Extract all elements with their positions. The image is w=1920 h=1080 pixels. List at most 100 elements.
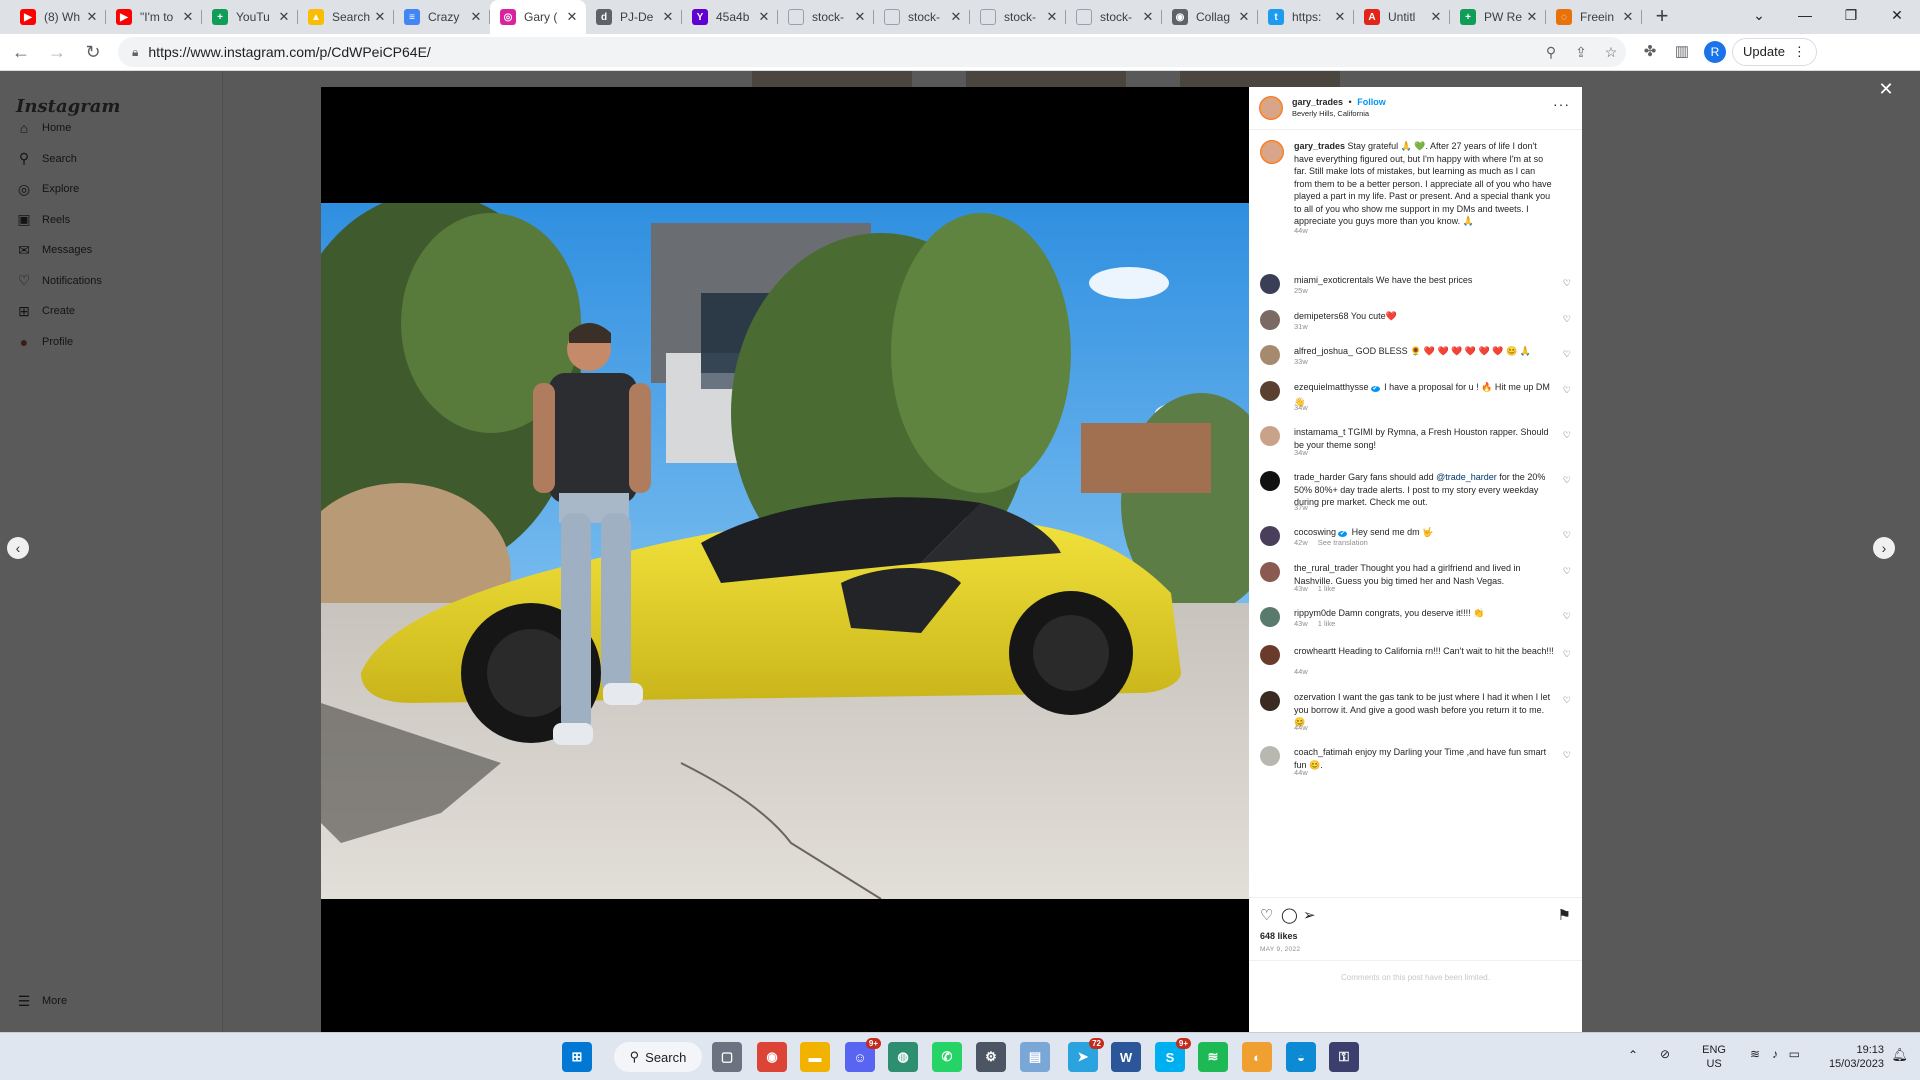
commenter-username[interactable]: ozervation — [1294, 692, 1336, 702]
commenter-username[interactable]: demipeters68 — [1294, 311, 1349, 321]
browser-tab[interactable]: ▶ (8) Wh ✕ — [10, 0, 106, 34]
telegram-icon[interactable]: ➤ 72 — [1068, 1038, 1104, 1072]
commenter-username[interactable]: ezequielmatthysse — [1294, 382, 1369, 392]
nav-item-notifications[interactable]: ♡ Notifications — [16, 269, 102, 293]
maximize-button[interactable]: ❐ — [1828, 0, 1874, 30]
new-tab-button[interactable]: + — [1648, 3, 1676, 31]
commenter-avatar[interactable] — [1260, 381, 1280, 401]
url-text[interactable]: https://www.instagram.com/p/CdWPeiCP64E/ — [148, 44, 1536, 60]
address-bar[interactable]: 🔒︎ https://www.instagram.com/p/CdWPeiCP6… — [118, 37, 1626, 67]
commenter-username[interactable]: trade_harder — [1294, 472, 1346, 482]
browser-tab[interactable]: ≡ Crazy ✕ — [394, 0, 490, 34]
tab-close-icon[interactable]: ✕ — [1140, 9, 1156, 25]
commenter-avatar[interactable] — [1260, 345, 1280, 365]
vpn-icon[interactable]: ⚿ — [1329, 1042, 1359, 1072]
comment-like-heart-icon[interactable]: ♡ — [1563, 566, 1571, 577]
side-panel-icon[interactable]: ▥ — [1666, 37, 1698, 67]
nav-item-more[interactable]: ☰ More — [16, 989, 67, 1013]
tab-close-icon[interactable]: ✕ — [1620, 9, 1636, 25]
browser-tab[interactable]: Y 45a4b ✕ — [682, 0, 778, 34]
commenter-avatar[interactable] — [1260, 526, 1280, 546]
spotify-icon[interactable]: ≋ — [1198, 1042, 1228, 1072]
browser-tab[interactable]: + YouTu ✕ — [202, 0, 298, 34]
commenter-avatar[interactable] — [1260, 607, 1280, 627]
commenter-avatar[interactable] — [1260, 426, 1280, 446]
nav-item-home[interactable]: ⌂ Home — [16, 116, 72, 140]
tab-close-icon[interactable]: ✕ — [756, 9, 772, 25]
browser-tab[interactable]: ◎ Gary (✕ — [490, 0, 586, 34]
mention-link[interactable]: @trade_harder — [1436, 472, 1497, 482]
author-avatar[interactable] — [1259, 96, 1283, 120]
chrome-icon[interactable]: ◉ — [757, 1042, 787, 1072]
browser-tab[interactable]: ◉ Collag ✕ — [1162, 0, 1258, 34]
tab-close-icon[interactable]: ✕ — [1428, 9, 1444, 25]
comment-like-heart-icon[interactable]: ♡ — [1563, 314, 1571, 325]
update-button[interactable]: Update ⋮ — [1732, 38, 1817, 66]
comment-likes[interactable]: See translation — [1318, 538, 1368, 547]
more-options-icon[interactable]: ··· — [1553, 96, 1570, 112]
post-media[interactable] — [321, 87, 1249, 1032]
notepad-icon[interactable]: ▤ — [1020, 1042, 1050, 1072]
browser-tab[interactable]: stock- ✕ — [970, 0, 1066, 34]
post-date[interactable]: MAY 9, 2022 — [1260, 946, 1300, 953]
bookmark-star-icon[interactable]: ☆ — [1596, 44, 1626, 61]
windows-start-icon[interactable]: ⊞ — [562, 1042, 592, 1072]
comment-like-heart-icon[interactable]: ♡ — [1563, 349, 1571, 360]
nav-item-explore[interactable]: ◎ Explore — [16, 177, 79, 201]
tab-search-chevron-icon[interactable]: ⌄ — [1736, 0, 1782, 30]
comment-bubble-icon[interactable]: ◯ — [1281, 906, 1298, 924]
commenter-avatar[interactable] — [1260, 691, 1280, 711]
whatsapp-icon[interactable]: ✆ — [932, 1042, 962, 1072]
browser-tab[interactable]: ▲ Search ✕ — [298, 0, 394, 34]
commenter-username[interactable]: miami_exoticrentals — [1294, 275, 1374, 285]
nav-item-search[interactable]: ⚲ Search — [16, 147, 77, 171]
browser-tab[interactable]: stock- ✕ — [1066, 0, 1162, 34]
browser-tab[interactable]: + PW Re ✕ — [1450, 0, 1546, 34]
tab-close-icon[interactable]: ✕ — [468, 9, 484, 25]
minimize-button[interactable]: — — [1782, 0, 1828, 30]
comment-likes[interactable]: 1 like — [1318, 619, 1336, 628]
tab-close-icon[interactable]: ✕ — [84, 9, 100, 25]
paint-icon[interactable]: ◐ — [1242, 1042, 1272, 1072]
tab-close-icon[interactable]: ✕ — [180, 9, 196, 25]
like-heart-icon[interactable]: ♡ — [1260, 906, 1273, 924]
tab-close-icon[interactable]: ✕ — [1044, 9, 1060, 25]
tab-close-icon[interactable]: ✕ — [276, 9, 292, 25]
save-bookmark-icon[interactable]: ⚑ — [1558, 906, 1571, 924]
network-off-icon[interactable]: ⊘ — [1660, 1047, 1670, 1061]
commenter-avatar[interactable] — [1260, 471, 1280, 491]
extensions-icon[interactable]: ✤ — [1634, 37, 1666, 67]
comment-like-heart-icon[interactable]: ♡ — [1563, 695, 1571, 706]
commenter-avatar[interactable] — [1260, 645, 1280, 665]
post-location[interactable]: Beverly Hills, California — [1292, 109, 1369, 118]
nav-item-messages[interactable]: ✉ Messages — [16, 238, 92, 262]
commenter-avatar[interactable] — [1260, 562, 1280, 582]
taskbar-search[interactable]: ⚲ Search — [614, 1042, 702, 1072]
profile-avatar[interactable]: R — [1704, 41, 1726, 63]
edge-icon[interactable]: ◒ — [1286, 1042, 1316, 1072]
browser-tab[interactable]: stock- ✕ — [778, 0, 874, 34]
chevron-up-icon[interactable]: ⌃ — [1628, 1048, 1638, 1062]
instagram-logo[interactable]: Instagram — [16, 96, 120, 117]
zoom-icon[interactable]: ⚲ — [1536, 44, 1566, 61]
caption-username[interactable]: gary_trades — [1294, 141, 1345, 151]
settings-icon[interactable]: ⚙ — [976, 1042, 1006, 1072]
likes-count[interactable]: 648 likes — [1260, 931, 1298, 941]
commenter-avatar[interactable] — [1260, 746, 1280, 766]
comment-like-heart-icon[interactable]: ♡ — [1563, 611, 1571, 622]
share-icon[interactable]: ⇪ — [1566, 44, 1596, 61]
tab-close-icon[interactable]: ✕ — [1236, 9, 1252, 25]
discord-icon[interactable]: ☺ 9+ — [845, 1038, 881, 1072]
next-post-button[interactable]: › — [1873, 537, 1895, 559]
nav-item-create[interactable]: ⊞ Create — [16, 299, 75, 323]
browser-tab[interactable]: ◌ Freein ✕ — [1546, 0, 1642, 34]
tab-close-icon[interactable]: ✕ — [660, 9, 676, 25]
post-photo[interactable] — [321, 203, 1249, 899]
commenter-username[interactable]: cocoswing — [1294, 527, 1336, 537]
close-window-button[interactable]: ✕ — [1874, 0, 1920, 30]
browser-tab[interactable]: ▶ "I'm to ✕ — [106, 0, 202, 34]
forward-button[interactable]: → — [42, 37, 72, 67]
close-icon[interactable]: ✕ — [1876, 79, 1896, 99]
battery-icon[interactable]: ▭ — [1789, 1047, 1800, 1061]
author-avatar[interactable] — [1260, 140, 1284, 164]
